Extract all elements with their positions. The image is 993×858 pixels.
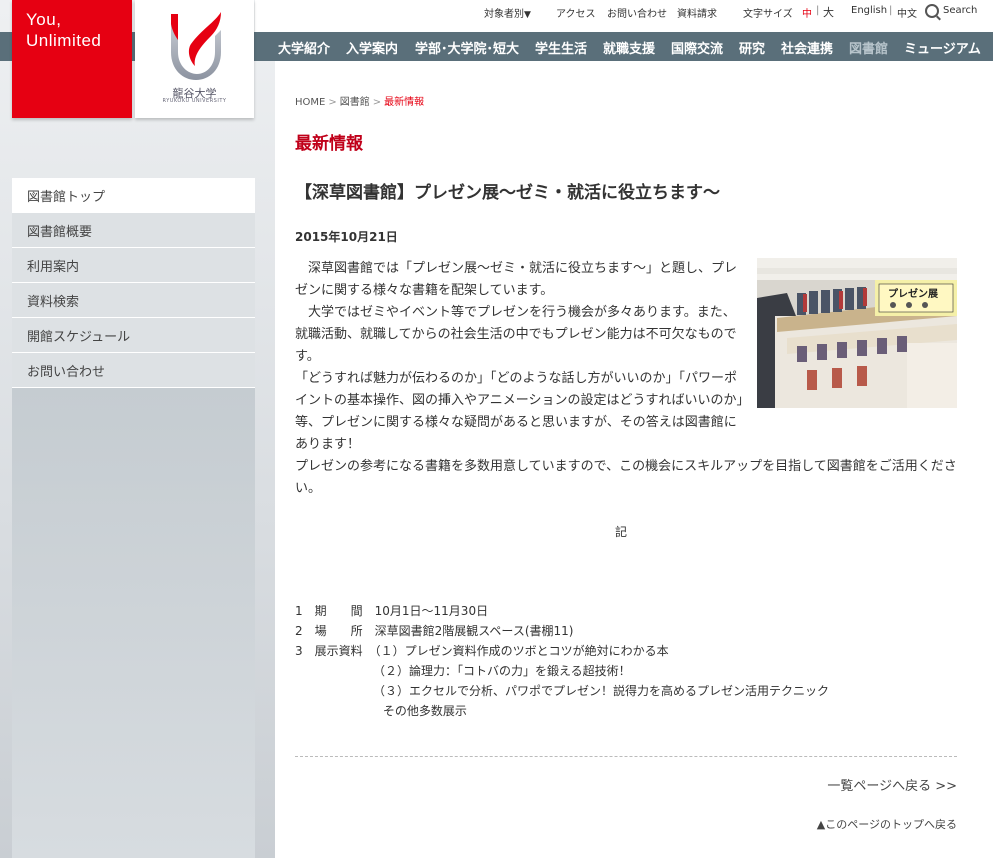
sidebar-item-label: 利用案内 (27, 260, 80, 275)
chinese-link[interactable]: 中文 (897, 5, 917, 20)
main-content: HOME > 図書館 > 最新情報 最新情報 【深草図書館】プレゼン展～ゼミ・就活に役立… (275, 61, 993, 858)
university-logo[interactable]: 龍谷大学 RYUKOKU UNIVERSITY (135, 0, 254, 118)
nav-faculties[interactable]: 学部･大学院･短大 (415, 38, 519, 57)
sidebar-item-label: 図書館トップ (27, 190, 106, 205)
detail-line: 3 展示資料 （１）プレゼン資料作成のツボとコツが絶対にわかる本 (295, 644, 669, 658)
tagline-logo[interactable]: You, Unlimited (12, 0, 132, 118)
nav-about[interactable]: 大学紹介 (278, 38, 330, 57)
sidebar-background (12, 388, 255, 858)
sidebar-item-label: 図書館概要 (27, 225, 93, 240)
breadcrumb-home[interactable]: HOME (295, 97, 325, 108)
sidebar-item-guide[interactable]: 利用案内 (12, 248, 255, 283)
sidebar-item-overview[interactable]: 図書館概要 (12, 213, 255, 248)
sidebar-nav: 図書館トップ 図書館概要 利用案内 資料検索 開館スケジュール お問い合わせ (12, 178, 255, 388)
sidebar-item-label: お問い合わせ (27, 365, 106, 380)
nav-admissions[interactable]: 入学案内 (346, 38, 398, 57)
page-top-link[interactable]: ▲このページのトップへ戻る (817, 816, 957, 832)
detail-line: （３）エクセルで分析、パワポでプレゼン！説得力を高めるプレゼン活用テクニック (295, 684, 830, 698)
article-paragraph: 「どうすれば魅力が伝わるのか」「どのような話し方がいいのか」「パワーポイントの基… (295, 371, 743, 452)
tagline-line2: Unlimited (26, 31, 102, 50)
sidebar-item-schedule[interactable]: 開館スケジュール (12, 318, 255, 353)
breadcrumb-library[interactable]: 図書館 (340, 97, 370, 108)
detail-line: その他多数展示 (295, 704, 467, 718)
notice-mark: 記 (615, 525, 628, 539)
tagline-line1: You, (26, 10, 62, 29)
search-link[interactable]: Search (943, 5, 977, 16)
font-size-separator: | (816, 5, 820, 16)
sidebar-item-contact[interactable]: お問い合わせ (12, 353, 255, 388)
utility-bar: 対象者別▼ アクセス お問い合わせ 資料請求 文字サイズ 中 | 大 Engli… (255, 0, 993, 32)
materials-request-link[interactable]: 資料請求 (677, 5, 717, 20)
photo-sign-text: プレゼン展 (888, 287, 938, 300)
breadcrumb: HOME > 図書館 > 最新情報 (295, 93, 424, 108)
university-emblem-icon (171, 12, 221, 80)
nav-research[interactable]: 研究 (739, 38, 765, 57)
university-name-en: RYUKOKU UNIVERSITY (162, 98, 227, 104)
language-separator: | (889, 5, 893, 16)
target-audience-menu[interactable]: 対象者別▼ (484, 5, 531, 20)
breadcrumb-separator: > (328, 97, 337, 108)
search-icon[interactable] (925, 4, 939, 18)
sidebar-item-label: 資料検索 (27, 295, 80, 310)
article-title: 【深草図書館】プレゼン展～ゼミ・就活に役立ちます～ (295, 183, 720, 203)
target-audience-label: 対象者別 (484, 9, 524, 20)
sidebar-item-search[interactable]: 資料検索 (12, 283, 255, 318)
nav-international[interactable]: 国際交流 (671, 38, 723, 57)
font-size-large-button[interactable]: 大 (823, 4, 834, 20)
english-link[interactable]: English (851, 5, 887, 16)
detail-line: 1 期 間 10月1日～11月30日 (295, 604, 489, 618)
nav-student-life[interactable]: 学生生活 (535, 38, 587, 57)
caret-down-icon: ▼ (524, 10, 531, 20)
detail-line: （２）論理力：「コトバの力」を鍛える超技術！ (295, 664, 631, 678)
nav-career[interactable]: 就職支援 (603, 38, 655, 57)
back-to-list-link[interactable]: 一覧ページへ戻る >> (827, 775, 957, 794)
article-photo: プレゼン展 (757, 258, 957, 408)
sidebar-item-label: 開館スケジュール (27, 330, 131, 345)
page-title: 最新情報 (295, 134, 363, 154)
access-link[interactable]: アクセス (556, 5, 596, 20)
article-date: 2015年10月21日 (295, 230, 398, 244)
font-size-label: 文字サイズ (743, 9, 793, 20)
divider (295, 756, 957, 757)
nav-museum[interactable]: ミュージアム (904, 38, 981, 57)
breadcrumb-separator: > (372, 97, 382, 108)
font-size-medium-button[interactable]: 中 (802, 5, 812, 20)
detail-line: 2 場 所 深草図書館2階展観スペース(書棚11) (295, 624, 574, 638)
article-paragraph: 深草図書館では「プレゼン展～ゼミ・就活に役立ちます～」と題し、プレゼンに関する様… (295, 261, 738, 298)
article-paragraph: プレゼンの参考になる書籍を多数用意していますので、この機会にスキルアップを目指し… (295, 459, 957, 496)
nav-community[interactable]: 社会連携 (781, 38, 833, 57)
breadcrumb-current: 最新情報 (384, 97, 425, 108)
nav-library[interactable]: 図書館 (849, 38, 888, 57)
article-paragraph: 大学ではゼミやイベント等でプレゼンを行う機会が多々あります。また、就職活動、就職… (295, 305, 737, 364)
contact-link[interactable]: お問い合わせ (607, 5, 667, 20)
sidebar-item-library-top[interactable]: 図書館トップ (12, 178, 255, 213)
